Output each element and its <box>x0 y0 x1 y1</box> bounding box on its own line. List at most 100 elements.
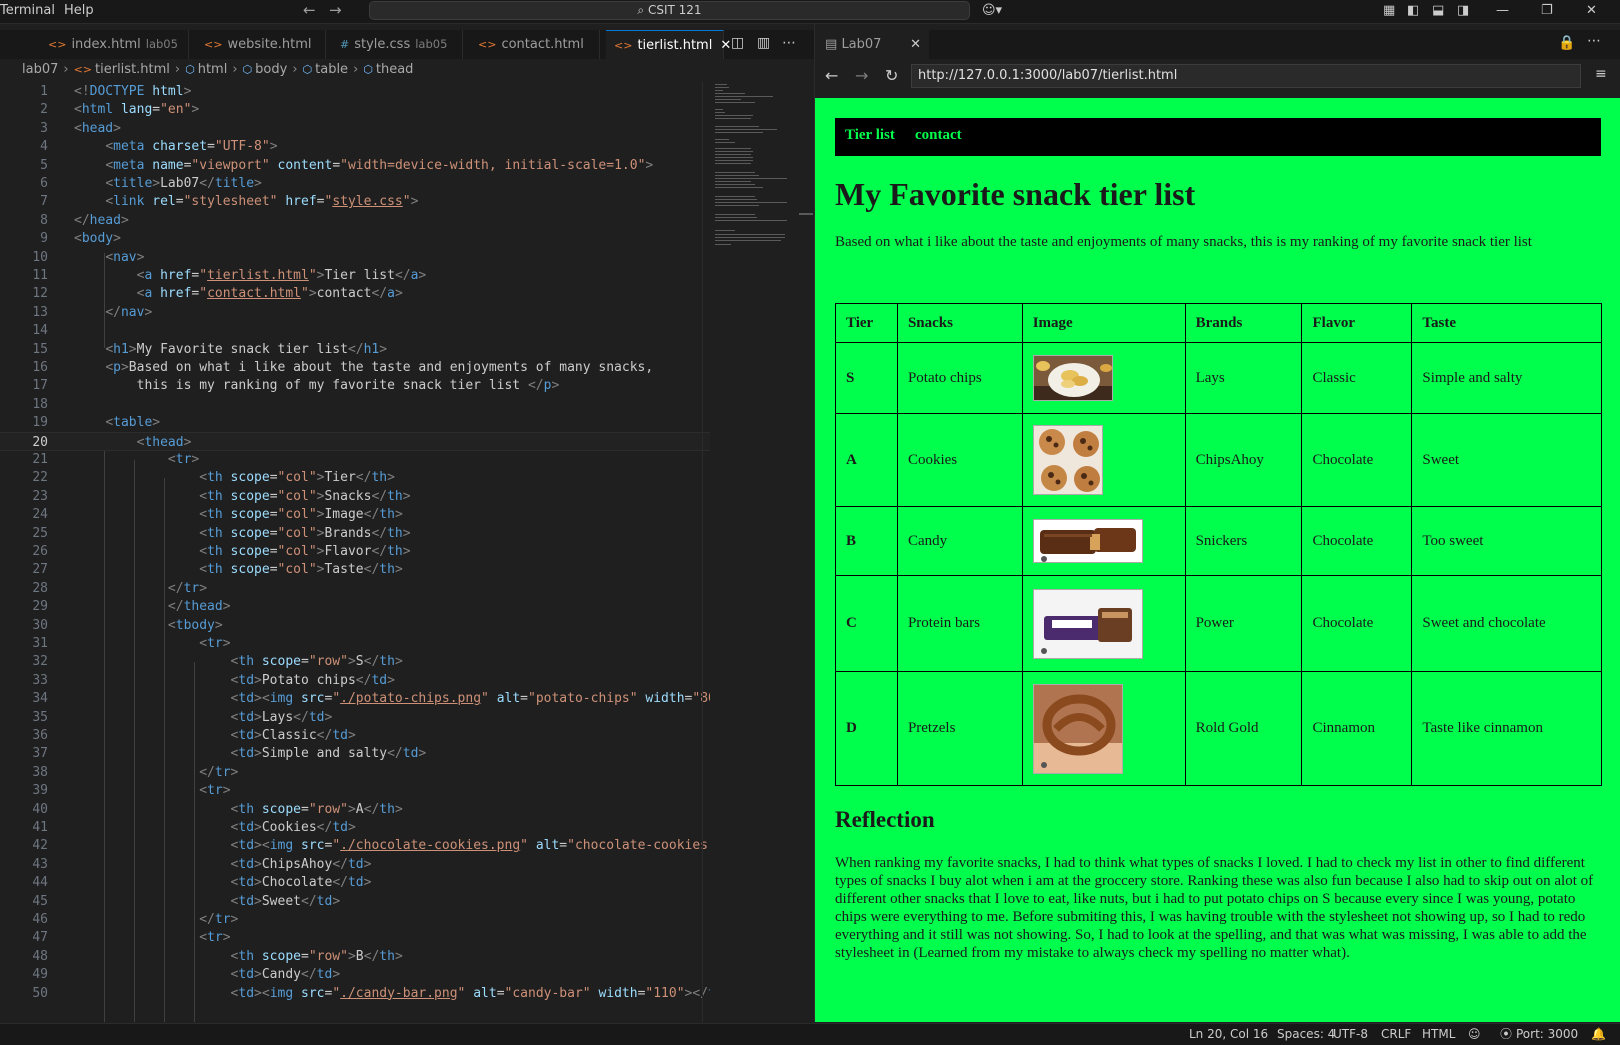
snack-cell: Potato chips <box>896 342 1023 414</box>
toggle-panel-icon[interactable]: ⬓ <box>1432 3 1444 18</box>
tier-cell: S <box>835 342 898 414</box>
css-file-icon: # <box>340 38 350 51</box>
layout-controls-icon[interactable]: ▦ <box>1383 3 1395 18</box>
simple-browser-panel: ▤ Lab07 ✕ 🔒 ⋯ ← → ↻ http://127.0.0.1:300… <box>814 24 1620 1022</box>
code-line: 21 <tr> <box>32 452 200 467</box>
lock-icon[interactable]: 🔒 <box>1558 35 1575 51</box>
protein-bar-image <box>1032 588 1143 659</box>
tab-label: index.html <box>71 37 141 52</box>
code-line: 34 <td><img src="./potato-chips.png" alt… <box>32 691 710 707</box>
live-server-port[interactable]: Port: 3000 <box>1516 1024 1578 1045</box>
tab-contact-html[interactable]: <> contact.html <box>470 30 600 59</box>
element-icon: ⬡ <box>185 63 195 76</box>
minimize-icon[interactable]: — <box>1496 3 1509 18</box>
language-mode[interactable]: HTML <box>1422 1024 1455 1045</box>
snack-cell: Cookies <box>896 413 1023 507</box>
line-ending[interactable]: CRLF <box>1381 1024 1411 1045</box>
pretzel-image <box>1032 683 1123 774</box>
copilot-icon[interactable]: ☺ <box>1468 1024 1481 1045</box>
close-window-icon[interactable]: ✕ <box>1586 3 1597 18</box>
back-arrow-icon[interactable]: ← <box>303 1 316 19</box>
html-file-icon: <> <box>614 39 633 52</box>
code-line: 28 </tr> <box>32 580 208 596</box>
menu-help[interactable]: Help <box>64 3 94 18</box>
tier-cell: C <box>835 575 898 672</box>
flavor-cell: Cinnamon <box>1301 671 1413 786</box>
code-line: 47 <tr> <box>32 930 231 946</box>
code-line: 7 <link rel="stylesheet" href="style.css… <box>40 194 419 210</box>
image-cell <box>1021 575 1186 672</box>
editor-scrollbar[interactable] <box>702 82 716 1022</box>
brand-cell: Rold Gold <box>1184 671 1303 786</box>
forward-icon[interactable]: → <box>855 66 868 85</box>
restore-icon[interactable]: ❐ <box>1541 3 1553 18</box>
copilot-icon[interactable]: ☺▾ <box>982 3 1002 18</box>
menu-icon[interactable]: ≡ <box>1595 66 1607 82</box>
tab-label: tierlist.html <box>637 38 713 53</box>
breadcrumb-body[interactable]: body <box>255 62 287 77</box>
notifications-icon[interactable]: 🔔 <box>1591 1024 1606 1045</box>
nav-link-contact[interactable]: contact <box>915 127 962 144</box>
reload-icon[interactable]: ↻ <box>885 66 898 85</box>
menu-terminal[interactable]: Terminal <box>0 3 55 18</box>
encoding[interactable]: UTF-8 <box>1333 1024 1368 1045</box>
tier-cell: D <box>835 671 898 786</box>
intro-paragraph: Based on what i like about the taste and… <box>835 234 1532 250</box>
html-file-icon: <> <box>48 38 67 51</box>
scrollbar-thumb[interactable] <box>799 213 813 215</box>
code-line: 46 </tr> <box>32 912 239 927</box>
snack-cell: Candy <box>896 506 1023 576</box>
reflection-heading: Reflection <box>835 807 935 832</box>
code-line: 36 <td>Classic</td> <box>32 728 356 743</box>
back-icon[interactable]: ← <box>825 66 838 85</box>
command-center[interactable]: ⌕ CSIT 121 <box>369 1 970 20</box>
tab-tierlist-html[interactable]: <> tierlist.html ✕ <box>606 30 731 59</box>
code-line: 43 <td>ChipsAhoy</td> <box>32 856 372 872</box>
code-line: 29 </thead> <box>32 599 231 615</box>
code-line: 4 <meta charset="UTF-8"> <box>40 139 278 155</box>
toggle-sidebar-icon[interactable]: ◧ <box>1407 3 1419 18</box>
code-line: 15 <h1>My Favorite snack tier list</h1> <box>32 341 388 357</box>
column-header: Taste <box>1411 303 1602 343</box>
url-input[interactable]: http://127.0.0.1:3000/lab07/tierlist.htm… <box>911 64 1581 88</box>
close-tab-icon[interactable]: ✕ <box>910 30 921 59</box>
minimap[interactable] <box>715 82 800 252</box>
code-line: 17 this is my ranking of my favorite sna… <box>32 378 560 394</box>
table-header-row: Tier Snacks Image Brands Flavor Taste <box>835 303 1602 343</box>
code-line: 8 </head> <box>40 212 129 228</box>
taste-cell: Sweet and chocolate <box>1411 575 1602 672</box>
column-header: Brands <box>1184 303 1303 343</box>
browser-tab[interactable]: ▤ Lab07 ✕ <box>815 30 929 59</box>
code-line: 10 <nav> <box>32 249 145 265</box>
browser-icon: ▤ <box>825 37 838 52</box>
more-actions-icon[interactable]: ⋯ <box>1587 33 1601 49</box>
flavor-cell: Classic <box>1301 342 1413 414</box>
breadcrumb-table[interactable]: table <box>315 62 348 77</box>
image-cell <box>1021 413 1186 507</box>
nav-link-tier-list[interactable]: Tier list <box>845 127 895 144</box>
tab-index-html[interactable]: <> index.html lab05 <box>40 30 189 59</box>
code-line: 41 <td>Cookies</td> <box>32 820 356 835</box>
indentation[interactable]: Spaces: 4 <box>1277 1024 1335 1045</box>
more-actions-icon[interactable]: ⋯ <box>782 35 796 51</box>
code-line: 25 <th scope="col">Brands</th> <box>32 525 411 541</box>
html-file-icon: <> <box>478 38 497 51</box>
toggle-secondary-sidebar-icon[interactable]: ◨ <box>1457 3 1469 18</box>
cursor-position[interactable]: Ln 20, Col 16 <box>1189 1024 1268 1045</box>
split-editor-icon[interactable]: ▥ <box>757 35 770 51</box>
code-line: 30 <tbody> <box>32 617 223 633</box>
table-row: A Cookies ChipsAhoy Chocolate Sweet <box>835 413 1602 507</box>
forward-arrow-icon[interactable]: → <box>329 1 342 19</box>
column-header: Flavor <box>1301 303 1413 343</box>
breadcrumb-html[interactable]: html <box>198 62 228 77</box>
column-header: Snacks <box>896 303 1023 343</box>
image-cell <box>1021 671 1186 786</box>
close-tab-icon[interactable]: ✕ <box>720 38 731 53</box>
breadcrumb-thead[interactable]: thead <box>376 62 414 77</box>
tab-website-html[interactable]: <> website.html <box>196 30 326 59</box>
breadcrumb-file[interactable]: tierlist.html <box>95 62 170 77</box>
code-editor[interactable]: 1 <!DOCTYPE html> 2 <html lang="en"> 3 <hea… <box>0 82 710 1022</box>
open-preview-icon[interactable]: ◫ <box>731 35 744 51</box>
breadcrumb-folder[interactable]: lab07 <box>22 62 58 77</box>
tab-style-css[interactable]: # style.css lab05 <box>332 30 463 59</box>
